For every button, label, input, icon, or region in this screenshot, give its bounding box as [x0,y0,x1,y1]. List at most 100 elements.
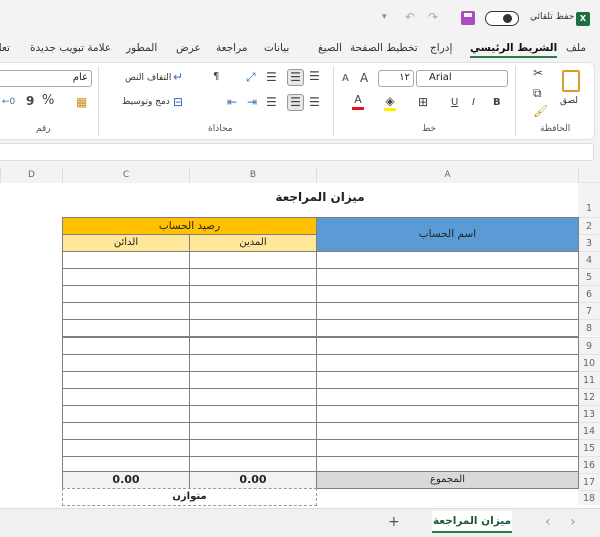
wrap-text-button[interactable]: التفاف النص [125,73,171,83]
column-header-d[interactable]: D [0,168,62,183]
font-color-icon[interactable]: A [352,93,364,110]
row-header[interactable]: 10 [578,353,600,371]
format-painter-icon[interactable]: 🖌 [533,104,548,118]
fill-color-icon[interactable]: ◈ [384,94,396,111]
row-header[interactable]: 3 [578,234,600,251]
align-middle-icon[interactable]: ☰ [287,69,304,86]
row-header[interactable]: 17 [578,473,600,491]
align-bottom-icon[interactable]: ☰ [266,70,277,84]
account-name-header[interactable]: اسم الحساب [316,217,579,252]
tab-home[interactable]: الشريط الرئيسي [470,42,558,58]
column-header-b[interactable]: B [189,168,316,183]
accounting-format-icon[interactable]: ▦ [76,95,87,109]
borders-icon[interactable]: ⊞ [418,95,428,109]
comma-button[interactable]: 9 [26,94,34,108]
merge-center-icon[interactable]: ⊟ [173,95,183,109]
table-cell[interactable] [189,268,317,287]
copy-icon[interactable]: ⧉ [533,86,542,100]
row-header[interactable]: 15 [578,439,600,457]
table-cell[interactable] [189,336,317,355]
tab-insert[interactable]: إدراج [430,42,452,54]
table-cell[interactable] [62,285,190,304]
table-cell[interactable] [316,319,579,338]
text-direction-icon[interactable]: ¶ [213,70,219,84]
table-cell[interactable] [316,268,579,287]
save-icon[interactable] [461,11,475,25]
select-all-corner[interactable] [578,168,600,183]
tab-more[interactable]: تعل [0,42,10,54]
table-cell[interactable] [189,353,317,372]
row-header[interactable]: 5 [578,268,600,286]
sheet-tab-active[interactable]: ميزان المراجعة [432,511,512,533]
font-size-select[interactable]: ١٢ [378,70,414,87]
bold-button[interactable]: B [493,96,501,110]
row-header[interactable]: 13 [578,404,600,422]
font-name-select[interactable]: Arial [416,70,508,87]
cut-icon[interactable]: ✂ [533,66,543,80]
row-header[interactable]: 12 [578,387,600,405]
percent-button[interactable]: % [42,94,54,108]
tab-page-layout[interactable]: تخطيط الصفحة [350,42,418,54]
row-header[interactable]: 9 [578,336,600,354]
add-sheet-button[interactable]: + [388,515,400,529]
account-balance-header[interactable]: رصيد الحساب [62,217,317,235]
row-header[interactable]: 16 [578,456,600,474]
table-cell[interactable] [62,387,190,406]
table-cell[interactable] [316,370,579,389]
row-header[interactable]: 1 [578,182,600,217]
italic-button[interactable]: I [472,96,475,110]
scroll-prev-icon[interactable]: ‹ [545,515,551,529]
table-cell[interactable] [62,302,190,321]
tab-formulas[interactable]: الصيغ [318,42,342,54]
increase-decimal-icon[interactable]: ←0 [2,95,15,109]
tab-review[interactable]: مراجعة [216,42,248,54]
sheet-title[interactable]: ميزان المراجعة [189,190,451,204]
credit-header[interactable]: الدائن [62,234,190,252]
paste-icon[interactable] [562,70,580,92]
table-cell[interactable] [189,302,317,321]
increase-indent-icon[interactable]: ⇥ [247,95,257,109]
row-header[interactable]: 2 [578,217,600,234]
underline-button[interactable]: U [451,96,458,110]
scroll-next-icon[interactable]: › [570,515,576,529]
row-header[interactable]: 7 [578,302,600,320]
tab-data[interactable]: بيانات [264,42,289,54]
table-cell[interactable] [316,302,579,321]
row-header[interactable]: 4 [578,251,600,269]
shrink-font-icon[interactable]: A [342,72,349,86]
table-cell[interactable] [189,387,317,406]
table-cell[interactable] [189,422,317,441]
number-format-select[interactable]: عام [0,70,92,87]
undo-icon[interactable]: ↶ [405,10,415,24]
table-cell[interactable] [62,439,190,458]
wrap-text-icon[interactable]: ↵ [173,70,183,84]
table-cell[interactable] [316,353,579,372]
table-cell[interactable] [62,422,190,441]
formula-bar[interactable] [0,143,594,161]
table-cell[interactable] [62,251,190,270]
table-cell[interactable] [316,387,579,406]
balance-status-cell[interactable]: متوازن [62,488,317,506]
table-cell[interactable] [189,285,317,304]
tab-view[interactable]: عرض [176,42,201,54]
align-right-icon[interactable]: ☰ [309,95,320,109]
table-cell[interactable] [62,370,190,389]
tab-new[interactable]: علامة تبويب جديدة [30,42,111,54]
table-cell[interactable] [316,336,579,355]
table-cell[interactable] [316,422,579,441]
align-center-icon[interactable]: ☰ [287,94,304,111]
table-cell[interactable] [62,268,190,287]
total-label-cell[interactable]: المجموع [316,471,579,489]
row-header[interactable]: 8 [578,319,600,337]
table-cell[interactable] [189,370,317,389]
table-cell[interactable] [316,439,579,458]
row-header[interactable]: 18 [578,490,600,506]
debit-header[interactable]: المدين [189,234,317,252]
table-cell[interactable] [62,353,190,372]
autosave-toggle[interactable] [485,11,519,26]
table-cell[interactable] [189,251,317,270]
table-cell[interactable] [316,285,579,304]
customize-toolbar-icon[interactable]: ▾ [382,10,387,24]
orientation-icon[interactable]: ⤢ [246,70,256,84]
decrease-indent-icon[interactable]: ⇤ [227,95,237,109]
